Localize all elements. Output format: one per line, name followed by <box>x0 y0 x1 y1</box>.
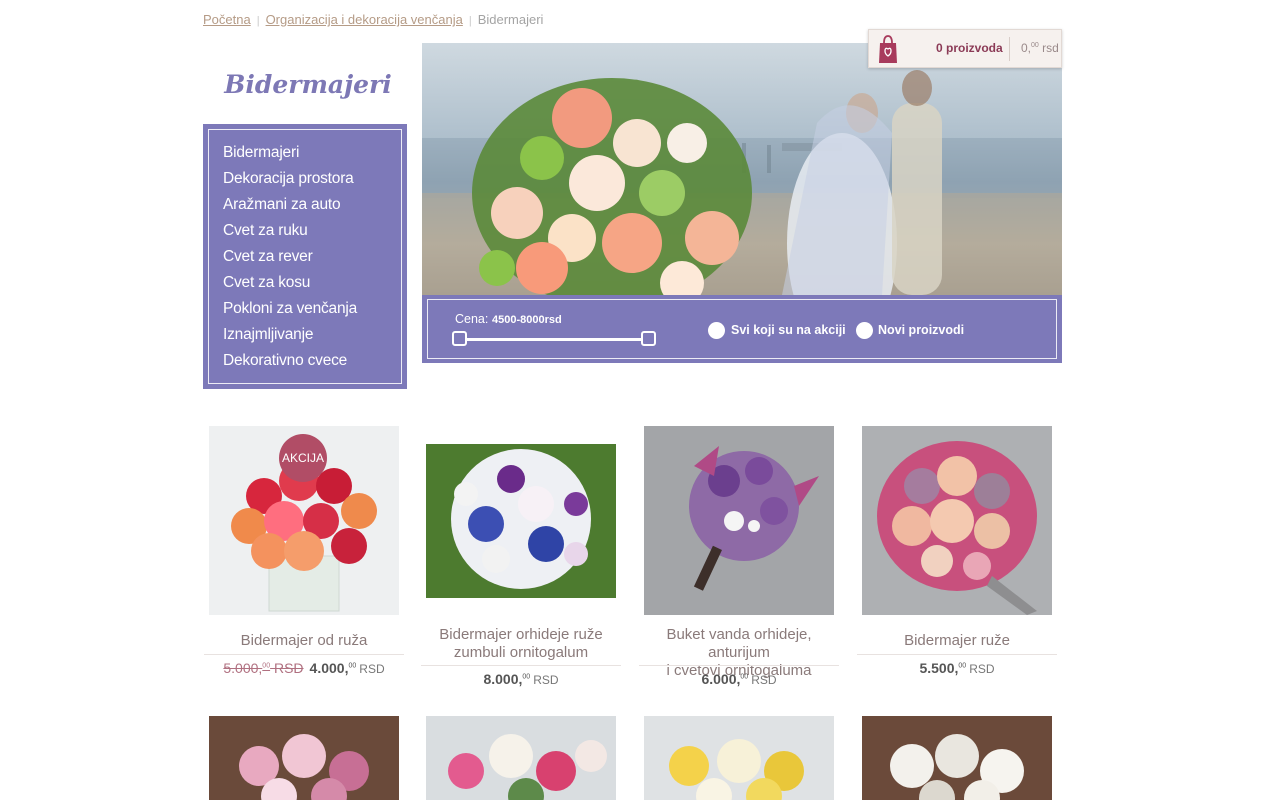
product-image[interactable] <box>644 716 834 800</box>
breadcrumb-parent-link[interactable]: Organizacija i dekoracija venčanja <box>266 12 463 27</box>
product-title[interactable]: Bidermajer ruže <box>855 632 1059 650</box>
category-menu-item[interactable]: Bidermajeri <box>223 140 357 166</box>
cart-divider <box>1009 37 1010 61</box>
shopping-bag-icon <box>877 34 899 69</box>
product-price: 8.000,00 RSD <box>421 671 621 687</box>
price-filter-label: Cena: <box>455 312 489 326</box>
category-menu-item[interactable]: Iznajmljivanje <box>223 322 357 348</box>
cart-total-amount: 0, <box>1021 41 1032 55</box>
cart-total: 0,00 rsd <box>1021 41 1059 55</box>
new-price: 8.000, <box>483 671 523 687</box>
new-price-decimals: 00 <box>522 673 531 681</box>
product-image[interactable] <box>426 716 616 800</box>
product-card[interactable]: Buket vanda orhideje, anturijum i cvetov… <box>639 426 839 696</box>
breadcrumb-separator: | <box>468 15 472 27</box>
product-price: 6.000,00 RSD <box>639 671 839 687</box>
product-divider <box>421 665 621 666</box>
hero-banner-image <box>422 43 1062 295</box>
price-slider-max-handle[interactable] <box>641 331 656 346</box>
product-title[interactable]: Bidermajer orhideje ruže zumbuli ornitog… <box>419 626 623 662</box>
new-products-radio[interactable] <box>856 322 873 339</box>
product-title-line: Bidermajer orhideje ruže <box>439 626 603 643</box>
breadcrumb-separator: | <box>256 15 260 27</box>
new-price-decimals: 00 <box>958 662 967 670</box>
price-currency: RSD <box>359 662 385 676</box>
category-menu-item[interactable]: Dekoracija prostora <box>223 166 357 192</box>
new-price-decimals: 00 <box>740 673 749 681</box>
cart-item-count: 0 proizvoda <box>936 41 1003 55</box>
category-title: Bidermajeri <box>224 70 392 99</box>
category-menu-item[interactable]: Cvet za kosu <box>223 270 357 296</box>
product-card[interactable]: Bidermajer orhideje ruže zumbuli ornitog… <box>421 426 621 696</box>
old-price-currency: RSD <box>273 660 304 676</box>
on-sale-label[interactable]: Svi koji su na akciji <box>731 323 846 337</box>
product-image[interactable] <box>426 444 616 598</box>
product-divider <box>857 654 1057 655</box>
category-menu-item[interactable]: Cvet za ruku <box>223 218 357 244</box>
category-menu-item[interactable]: Aražmani za auto <box>223 192 357 218</box>
category-menu-item[interactable]: Dekorativno cvece <box>223 348 357 374</box>
new-price: 6.000, <box>701 671 741 687</box>
price-range-value: 4500-8000rsd <box>492 314 562 326</box>
breadcrumb-home-link[interactable]: Početna <box>203 12 251 27</box>
price-currency: RSD <box>533 673 559 687</box>
old-price-decimals: 00 <box>262 662 271 670</box>
category-menu-item[interactable]: Pokloni za venčanja <box>223 296 357 322</box>
category-menu-item[interactable]: Cvet za rever <box>223 244 357 270</box>
new-price: 5.500, <box>919 660 959 676</box>
product-image[interactable] <box>209 716 399 800</box>
new-price: 4.000, <box>309 660 349 676</box>
product-price: 5.500,00 RSD <box>857 660 1057 676</box>
on-sale-radio[interactable] <box>708 322 725 339</box>
product-card[interactable]: AKCIJA Bidermajer od ruža 5.000,00 RSD 4.… <box>204 426 404 686</box>
product-divider <box>204 654 404 655</box>
price-slider-track[interactable] <box>460 338 650 341</box>
product-price: 5.000,00 RSD 4.000,00 RSD <box>204 660 404 676</box>
product-title-line: zumbuli ornitogalum <box>453 644 589 661</box>
cart-total-currency: rsd <box>1042 41 1059 55</box>
price-slider-min-handle[interactable] <box>452 331 467 346</box>
cart-total-decimals: 00 <box>1031 42 1039 49</box>
product-image[interactable] <box>862 716 1052 800</box>
price-currency: RSD <box>969 662 995 676</box>
shopping-cart-widget[interactable]: 0 proizvoda 0,00 rsd <box>868 29 1062 68</box>
sale-badge: AKCIJA <box>279 434 327 482</box>
breadcrumb-current: Bidermajeri <box>477 12 544 27</box>
product-filter-bar: Cena: 4500-8000rsd Svi koji su na akciji… <box>422 295 1062 363</box>
new-products-label[interactable]: Novi proizvodi <box>878 323 964 337</box>
product-image[interactable] <box>862 426 1052 615</box>
old-price-amount: 5.000, <box>223 660 263 676</box>
product-card[interactable]: Bidermajer ruže 5.500,00 RSD <box>857 426 1057 686</box>
old-price: 5.000,00 RSD <box>223 660 303 676</box>
product-divider <box>639 665 839 666</box>
breadcrumb: Početna | Organizacija i dekoracija venčan… <box>203 12 543 27</box>
product-image[interactable] <box>644 426 834 615</box>
product-title[interactable]: Bidermajer od ruža <box>202 632 406 650</box>
category-menu: Bidermajeri Dekoracija prostora Aražmani… <box>203 124 407 389</box>
price-currency: RSD <box>751 673 777 687</box>
new-price-decimals: 00 <box>348 662 357 670</box>
product-title-line: Buket vanda orhideje, anturijum <box>666 626 812 661</box>
